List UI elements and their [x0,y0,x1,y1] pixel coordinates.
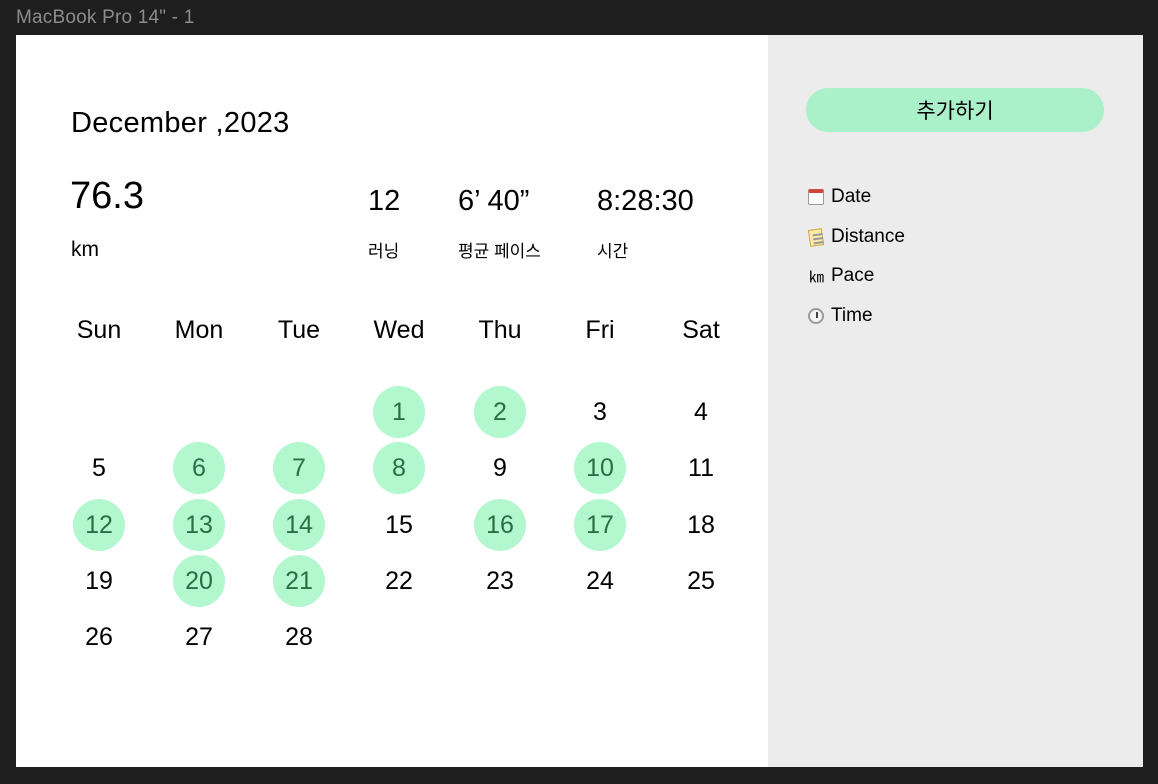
calendar-panel: December ,2023 76.3 km 12 러닝 6’ 40” 평균 페… [16,35,768,767]
calendar-day-run[interactable]: 20 [173,555,225,607]
calendar-day[interactable]: 22 [373,555,425,607]
pace-field-label: Pace [831,265,875,286]
calendar-day-run[interactable]: 16 [474,499,526,551]
calendar-day-run[interactable]: 10 [574,442,626,494]
calendar-day[interactable]: 19 [73,555,125,607]
memo-icon [806,227,826,247]
distance-field[interactable]: Distance [806,224,905,250]
calendar-day[interactable]: 24 [574,555,626,607]
sidebar-panel: 추가하기 Date Distance ㎞ Pace Time [768,35,1143,767]
app-frame: December ,2023 76.3 km 12 러닝 6’ 40” 평균 페… [16,35,1143,767]
calendar-grid: 1 2 3 4 5 6 7 8 9 10 11 12 13 14 15 16 17 18 19 20 21 22 23 24 2… [16,35,768,767]
date-field[interactable]: Date [806,184,871,210]
calendar-day[interactable]: 23 [474,555,526,607]
calendar-day-run[interactable]: 13 [173,499,225,551]
calendar-day[interactable]: 5 [73,442,125,494]
frame-title: MacBook Pro 14" - 1 [16,7,195,28]
date-field-label: Date [831,186,872,207]
calendar-day[interactable]: 26 [73,611,125,663]
add-run-button[interactable]: 추가하기 [806,88,1104,132]
calendar-day-run[interactable]: 12 [73,499,125,551]
calendar-day[interactable]: 4 [675,386,727,438]
calendar-day-run[interactable]: 7 [273,442,325,494]
calendar-day-run[interactable]: 6 [173,442,225,494]
stopwatch-icon [806,306,826,326]
calendar-day-run[interactable]: 8 [373,442,425,494]
calendar-day-run[interactable]: 21 [273,555,325,607]
calendar-day[interactable]: 9 [474,442,526,494]
time-field-label: Time [831,305,873,326]
calendar-day[interactable]: 15 [373,499,425,551]
calendar-day-run[interactable]: 2 [474,386,526,438]
calendar-day[interactable]: 18 [675,499,727,551]
calendar-day[interactable]: 11 [675,442,727,494]
calendar-day-run[interactable]: 14 [273,499,325,551]
calendar-day[interactable]: 27 [173,611,225,663]
distance-field-label: Distance [831,226,905,247]
calendar-day[interactable]: 28 [273,611,325,663]
calendar-day[interactable]: 25 [675,555,727,607]
pace-field[interactable]: ㎞ Pace [806,263,874,289]
calendar-icon [806,187,826,207]
km-icon: ㎞ [808,267,824,286]
calendar-day-run[interactable]: 17 [574,499,626,551]
calendar-day[interactable]: 3 [574,386,626,438]
time-field[interactable]: Time [806,303,873,329]
calendar-day-run[interactable]: 1 [373,386,425,438]
